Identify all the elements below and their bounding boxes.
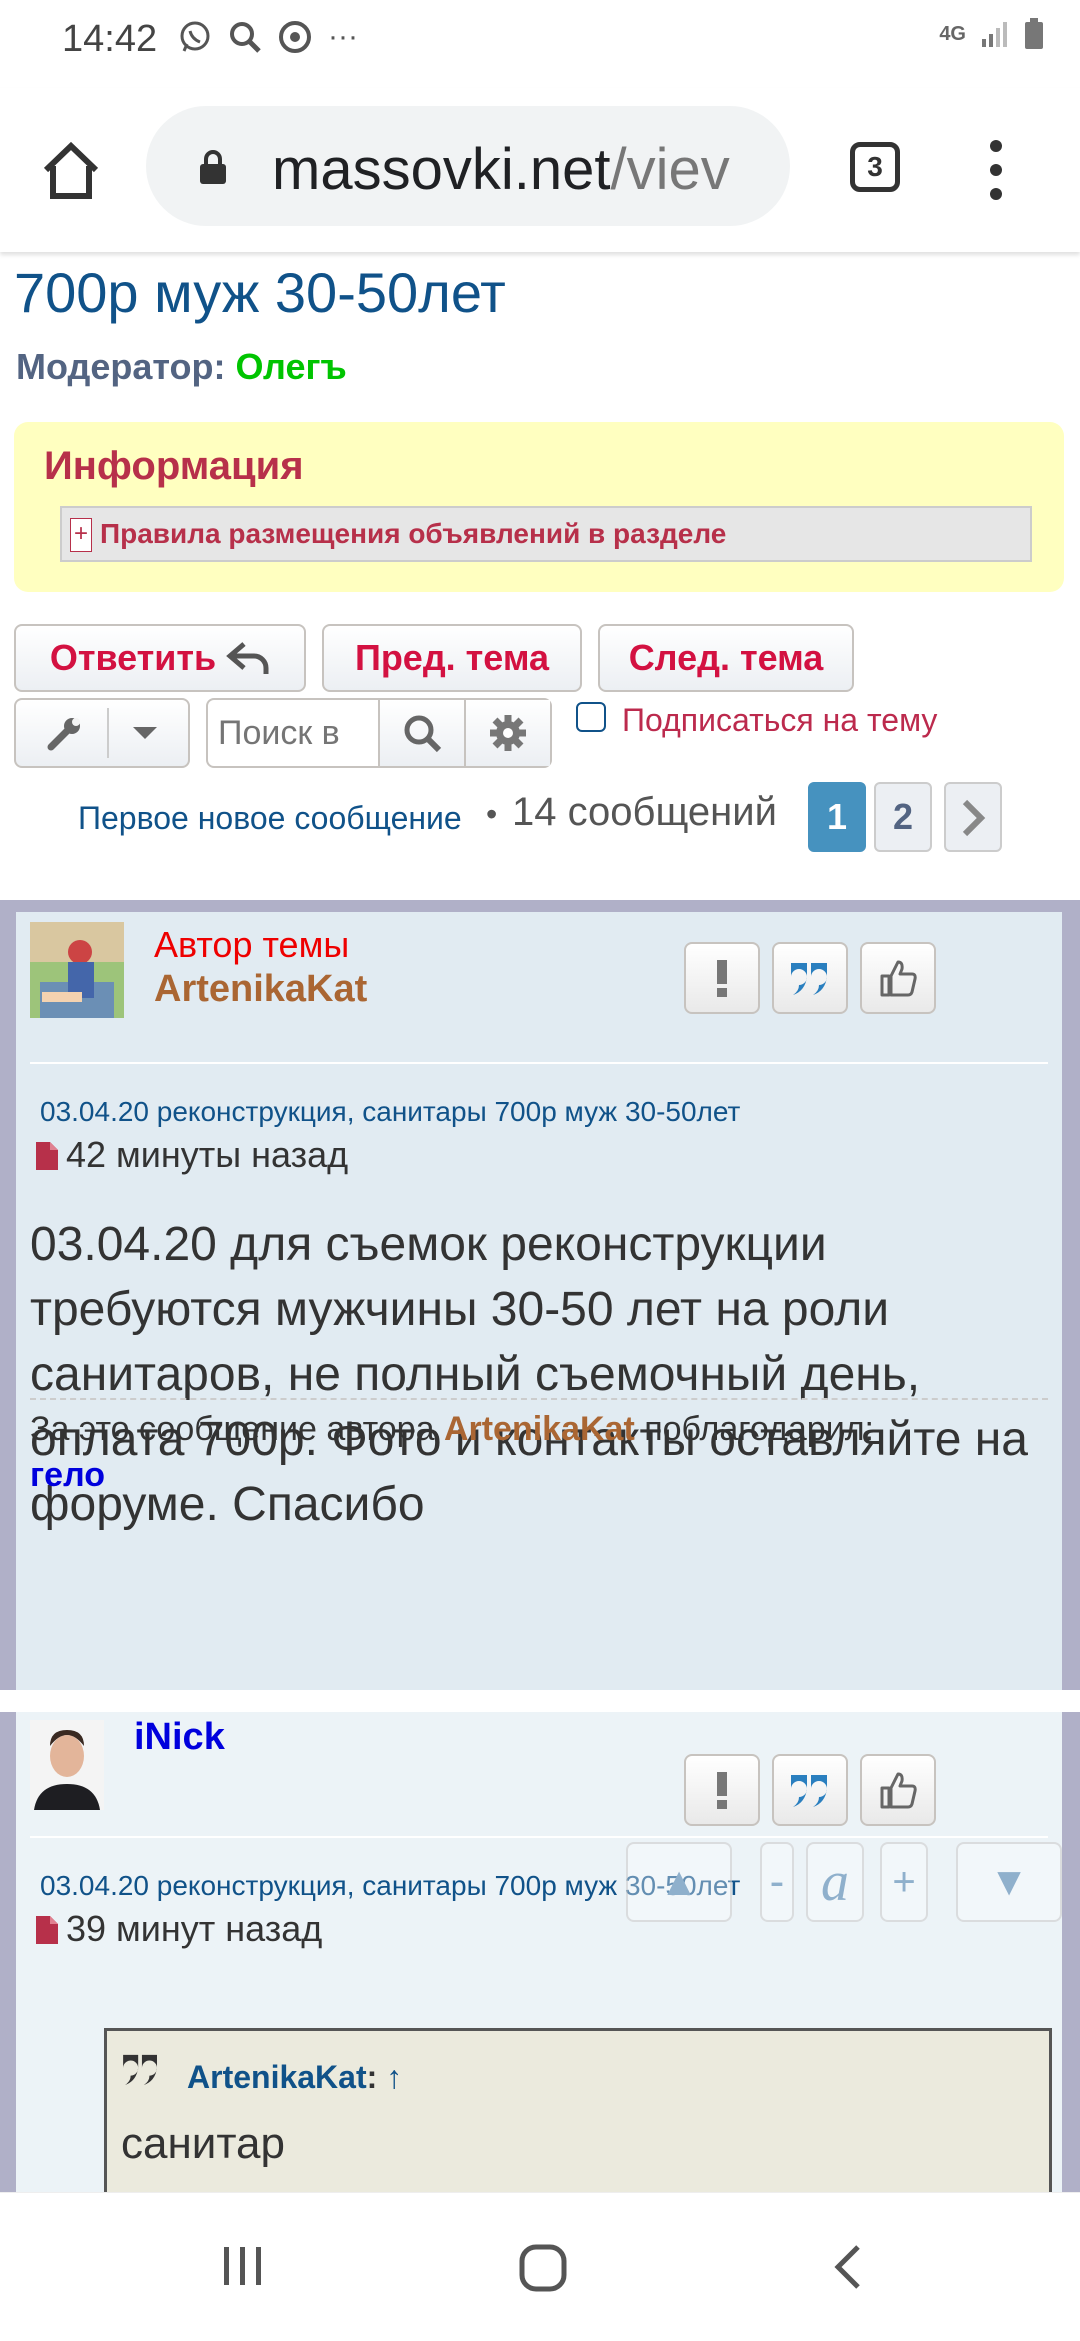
expand-icon[interactable]: + bbox=[70, 518, 92, 552]
back-icon[interactable] bbox=[830, 2243, 864, 2291]
moderator-label: Модератор: bbox=[16, 346, 226, 387]
page-1-button[interactable]: 1 bbox=[808, 782, 866, 852]
tab-switcher-button[interactable]: 3 bbox=[850, 142, 900, 192]
thumbs-up-icon bbox=[880, 1772, 917, 1809]
status-bar: 14:42 ··· 4G bbox=[0, 0, 1080, 88]
gear-icon bbox=[490, 715, 526, 751]
reply-label: Ответить bbox=[49, 637, 217, 678]
more-icon: ··· bbox=[328, 20, 358, 53]
prev-topic-button[interactable]: Пред. тема bbox=[322, 624, 582, 692]
post-time: 39 минут назад bbox=[66, 1908, 323, 1949]
first-new-post-link[interactable]: Первое новое сообщение bbox=[78, 800, 462, 837]
exclamation-icon bbox=[717, 1772, 727, 1809]
quote-icon bbox=[791, 963, 827, 995]
font-size-icon[interactable]: a bbox=[806, 1842, 864, 1922]
recent-apps-icon[interactable] bbox=[220, 2243, 266, 2289]
post-time: 42 минуты назад bbox=[66, 1134, 349, 1175]
reply-button[interactable]: Ответить bbox=[14, 624, 306, 692]
report-button[interactable] bbox=[684, 942, 760, 1014]
topic-search-input[interactable] bbox=[208, 700, 378, 766]
quote-text: санитар bbox=[121, 2119, 285, 2168]
quote-icon bbox=[791, 1775, 827, 1807]
post-file-icon bbox=[36, 1916, 58, 1944]
lock-icon bbox=[200, 150, 226, 184]
quote-author: ArtenikaKat: ↑ bbox=[187, 2059, 403, 2095]
home-nav-icon[interactable] bbox=[518, 2243, 568, 2293]
url-text: massovki.net/viev bbox=[272, 136, 730, 203]
address-bar[interactable]: massovki.net/viev bbox=[146, 106, 790, 226]
thanks-prefix: За это сообщение автора bbox=[30, 1410, 444, 1448]
search-button[interactable] bbox=[378, 700, 464, 766]
home-icon[interactable] bbox=[40, 140, 102, 202]
android-nav-bar bbox=[0, 2192, 1080, 2341]
scroll-down-button[interactable]: ▼ bbox=[956, 1842, 1062, 1922]
font-increase-button[interactable]: + bbox=[880, 1842, 928, 1922]
subscribe-label[interactable]: Подписаться на тему bbox=[622, 702, 937, 739]
thanks-author[interactable]: ArtenikaKat bbox=[444, 1410, 635, 1448]
network-type: 4G bbox=[939, 22, 966, 45]
separator-bullet: • bbox=[486, 796, 498, 832]
whatsapp-icon bbox=[180, 21, 210, 52]
post-count: 14 сообщений bbox=[512, 790, 777, 834]
topic-title[interactable]: 700р муж 30-50лет bbox=[14, 260, 506, 325]
exclamation-icon bbox=[717, 960, 727, 997]
quote-author-name[interactable]: ArtenikaKat bbox=[187, 2059, 367, 2095]
thanks-user-link[interactable]: гело bbox=[30, 1456, 105, 1495]
info-box: Информация + Правила размещения объявлен… bbox=[14, 422, 1064, 592]
battery-icon bbox=[1025, 18, 1043, 49]
quote-button[interactable] bbox=[772, 1754, 848, 1826]
browser-menu-icon[interactable] bbox=[988, 140, 1004, 200]
author-avatar[interactable] bbox=[30, 922, 124, 1018]
post-actions bbox=[684, 1754, 936, 1826]
like-button[interactable] bbox=[860, 942, 936, 1014]
browser-toolbar: massovki.net/viev 3 bbox=[0, 88, 1080, 252]
url-path: /viev bbox=[610, 137, 730, 202]
moderator-name[interactable]: Олегъ bbox=[236, 346, 347, 387]
next-topic-button[interactable]: След. тема bbox=[598, 624, 854, 692]
post: Автор темы ArtenikaKat 03.04.20 реконстр… bbox=[0, 900, 1080, 1690]
post-actions bbox=[684, 942, 936, 1014]
thanks-suffix: поблагодарил: bbox=[634, 1410, 874, 1448]
author-name[interactable]: ArtenikaKat bbox=[154, 968, 367, 1011]
rules-text: Правила размещения объявлений в разделе bbox=[100, 518, 727, 549]
topic-author-label: Автор темы bbox=[154, 924, 350, 965]
moderator-line: Модератор: Олегъ bbox=[16, 346, 347, 388]
quote-mark-icon bbox=[123, 2054, 157, 2085]
post: iNick 03.04.20 реконструкция, санитары 7… bbox=[0, 1712, 1080, 2192]
url-domain: massovki.net bbox=[272, 137, 611, 202]
quote-button[interactable] bbox=[772, 942, 848, 1014]
rules-spoiler[interactable]: + Правила размещения объявлений в раздел… bbox=[60, 506, 1032, 562]
search-icon bbox=[230, 22, 261, 53]
reply-arrow-icon bbox=[226, 642, 269, 674]
chevron-right-icon bbox=[962, 799, 986, 837]
chevron-down-icon bbox=[133, 727, 157, 739]
chrome-icon bbox=[279, 21, 311, 53]
thanks-line: За это сообщение автора ArtenikaKat побл… bbox=[30, 1410, 874, 1449]
page-2-button[interactable]: 2 bbox=[874, 782, 932, 852]
thumbs-up-icon bbox=[880, 960, 917, 997]
next-page-button[interactable] bbox=[944, 782, 1002, 852]
like-button[interactable] bbox=[860, 1754, 936, 1826]
info-title: Информация bbox=[44, 444, 304, 488]
signal-icon bbox=[982, 22, 1007, 47]
subscribe-checkbox[interactable] bbox=[576, 702, 606, 732]
pagination-bar: Первое новое сообщение • 14 сообщений 1 … bbox=[0, 782, 1080, 856]
post-content: 03.04.20 для съемок реконструкции требую… bbox=[30, 1218, 1028, 1531]
font-decrease-button[interactable]: - bbox=[760, 1842, 794, 1922]
author-avatar[interactable] bbox=[30, 1720, 104, 1810]
post-file-icon bbox=[36, 1142, 58, 1170]
advanced-search-button[interactable] bbox=[464, 700, 550, 766]
author-name[interactable]: iNick bbox=[134, 1716, 225, 1759]
search-group bbox=[206, 698, 552, 768]
post-subject[interactable]: 03.04.20 реконструкция, санитары 700р му… bbox=[40, 1096, 740, 1128]
scroll-up-button[interactable]: ▲ bbox=[626, 1842, 732, 1922]
report-button[interactable] bbox=[684, 1754, 760, 1826]
quote-source-arrow[interactable]: ↑ bbox=[386, 2059, 402, 2095]
wrench-icon bbox=[47, 718, 80, 751]
tools-dropdown[interactable] bbox=[14, 698, 190, 768]
quote-block: ArtenikaKat: ↑ санитар bbox=[104, 2028, 1052, 2192]
search-icon bbox=[404, 715, 442, 753]
status-time: 14:42 bbox=[62, 18, 158, 60]
